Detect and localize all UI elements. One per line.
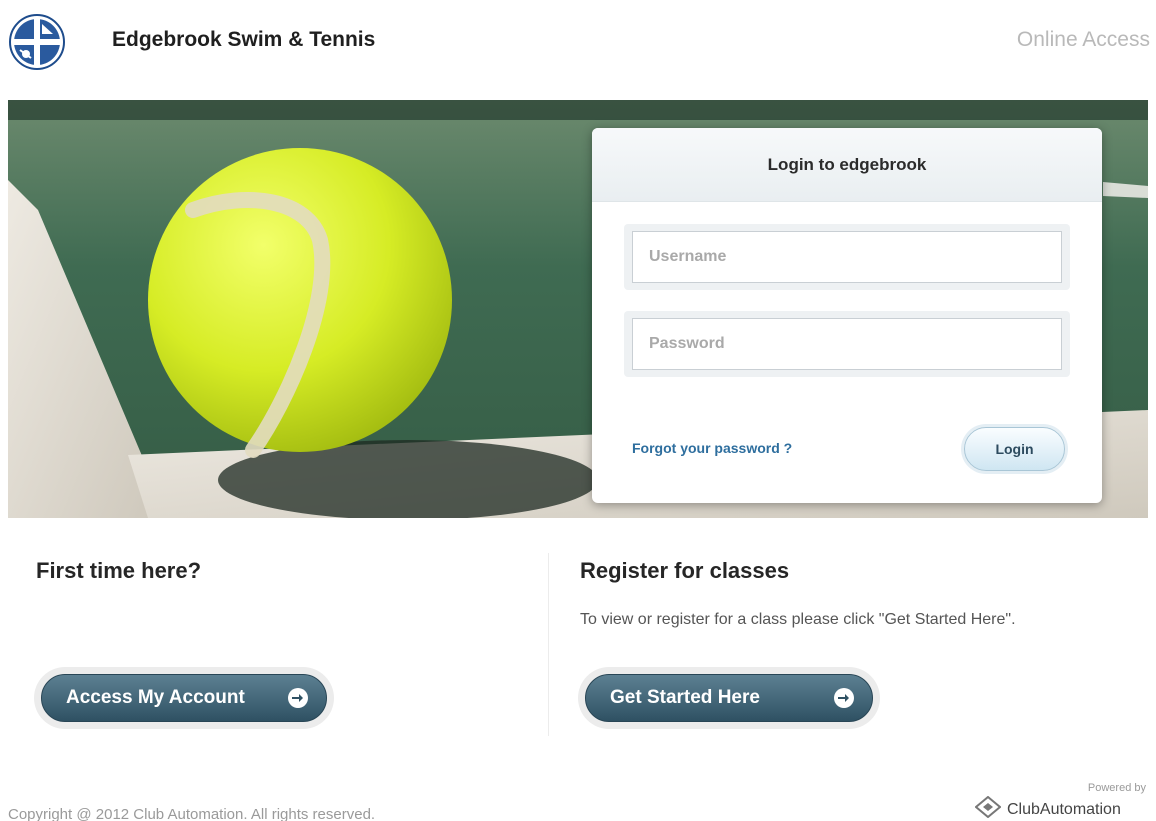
username-field-wrapper <box>624 224 1070 290</box>
get-started-label: Get Started Here <box>610 687 760 708</box>
clubautomation-brand-name: ClubAutomation <box>1007 800 1121 818</box>
register-title: Register for classes <box>580 558 790 583</box>
clubautomation-logo[interactable]: ClubAutomation <box>974 795 1121 821</box>
copyright-text: Copyright @ 2012 Club Automation. All ri… <box>8 806 376 821</box>
header: Edgebrook Swim & Tennis Online Access <box>0 0 1156 90</box>
username-input[interactable] <box>632 231 1062 283</box>
access-my-account-button-frame: Access My Account <box>34 667 334 729</box>
club-name: Edgebrook Swim & Tennis <box>112 28 376 51</box>
online-access-label: Online Access <box>1016 28 1150 51</box>
password-field-wrapper <box>624 311 1070 377</box>
login-panel-header: Login to edgebrook <box>592 128 1102 202</box>
login-title: Login to edgebrook <box>767 154 927 174</box>
clubautomation-logo-icon <box>974 795 1002 821</box>
first-time-title: First time here? <box>36 558 202 583</box>
arrow-right-icon <box>834 688 854 708</box>
forgot-password-link[interactable]: Forgot your password ? <box>632 440 792 456</box>
login-button[interactable]: Login <box>964 427 1065 471</box>
access-my-account-label: Access My Account <box>66 687 245 708</box>
login-panel: Login to edgebrook Forgot your password … <box>592 128 1102 503</box>
powered-by-label: Powered by <box>1087 782 1146 794</box>
register-description: To view or register for a class please c… <box>580 611 1016 628</box>
arrow-right-icon <box>288 688 308 708</box>
password-input[interactable] <box>632 318 1062 370</box>
get-started-button-frame: Get Started Here <box>578 667 880 729</box>
access-my-account-button[interactable]: Access My Account <box>41 674 327 722</box>
get-started-button[interactable]: Get Started Here <box>585 674 873 722</box>
section-divider <box>548 553 549 736</box>
club-logo-icon[interactable] <box>9 14 65 70</box>
